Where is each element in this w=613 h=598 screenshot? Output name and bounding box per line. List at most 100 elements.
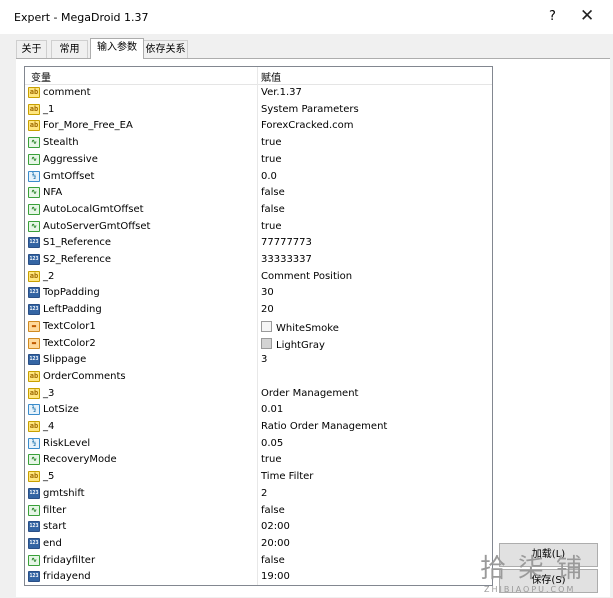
param-type-dbl-icon: ½ — [28, 437, 40, 449]
table-row[interactable]: 123 LeftPadding 20 — [25, 302, 492, 319]
table-row[interactable]: ∿ filter false — [25, 503, 492, 520]
table-row[interactable]: 123 fridayend 19:00 — [25, 569, 492, 585]
param-value[interactable]: LightGray — [261, 337, 325, 351]
param-value[interactable]: 2 — [261, 488, 267, 499]
table-row[interactable]: ▬ TextColor2 LightGray — [25, 336, 492, 353]
param-value[interactable]: 77777773 — [261, 237, 312, 248]
param-name: For_More_Free_EA — [43, 120, 133, 132]
param-value[interactable]: 3 — [261, 354, 267, 365]
param-type-ab-icon: ab — [28, 120, 40, 132]
param-type-int-icon: 123 — [28, 354, 40, 366]
param-name: S1_Reference — [43, 237, 112, 249]
table-row[interactable]: ∿ Stealth true — [25, 135, 492, 152]
param-type-bool-icon: ∿ — [28, 220, 40, 232]
param-value[interactable]: 20 — [261, 304, 274, 315]
column-header-value[interactable]: 赋值 — [261, 69, 281, 84]
param-name: _1 — [43, 103, 55, 115]
table-row[interactable]: ab For_More_Free_EA ForexCracked.com — [25, 118, 492, 135]
param-value[interactable]: 19:00 — [261, 571, 290, 582]
table-row[interactable]: ∿ Aggressive true — [25, 152, 492, 169]
param-value[interactable]: true — [261, 454, 282, 465]
param-value[interactable]: true — [261, 137, 282, 148]
table-row[interactable]: ∿ fridayfilter false — [25, 553, 492, 570]
table-row[interactable]: 123 gmtshift 2 — [25, 486, 492, 503]
param-value[interactable]: Comment Position — [261, 271, 352, 282]
table-row[interactable]: ∿ NFA false — [25, 185, 492, 202]
param-type-bool-icon: ∿ — [28, 137, 40, 149]
param-type-int-icon: 123 — [28, 237, 40, 249]
table-header: 变量 赋值 — [25, 67, 492, 85]
table-row[interactable]: ab _4 Ratio Order Management — [25, 419, 492, 436]
param-value[interactable]: 30 — [261, 287, 274, 298]
param-value[interactable]: System Parameters — [261, 104, 359, 115]
param-name: _5 — [43, 471, 55, 483]
param-name: gmtshift — [43, 487, 85, 499]
help-icon[interactable]: ? — [549, 9, 556, 24]
color-name: WhiteSmoke — [276, 322, 339, 334]
table-row[interactable]: 123 Slippage 3 — [25, 352, 492, 369]
param-value[interactable]: Ver.1.37 — [261, 87, 302, 98]
param-value[interactable]: 33333337 — [261, 254, 312, 265]
param-value[interactable]: false — [261, 187, 285, 198]
table-row[interactable]: ab _3 Order Management — [25, 386, 492, 403]
param-value[interactable]: Order Management — [261, 388, 358, 399]
param-type-color-icon: ▬ — [28, 320, 40, 332]
param-type-bool-icon: ∿ — [28, 203, 40, 215]
close-icon[interactable]: ✕ — [580, 6, 594, 26]
param-name: TopPadding — [43, 287, 100, 299]
table-row[interactable]: 123 S2_Reference 33333337 — [25, 252, 492, 269]
tab-common[interactable]: 常用 — [51, 40, 88, 58]
param-type-ab-icon: ab — [28, 370, 40, 382]
param-value[interactable]: Ratio Order Management — [261, 421, 387, 432]
param-type-ab-icon: ab — [28, 87, 40, 98]
param-value[interactable]: false — [261, 204, 285, 215]
param-value[interactable]: 02:00 — [261, 521, 290, 532]
param-type-ab-icon: ab — [28, 270, 40, 282]
table-row[interactable]: 123 TopPadding 30 — [25, 285, 492, 302]
param-name: Aggressive — [43, 153, 98, 165]
param-value[interactable]: true — [261, 154, 282, 165]
param-value[interactable]: false — [261, 555, 285, 566]
table-row[interactable]: ab comment Ver.1.37 — [25, 85, 492, 102]
tab-dependencies[interactable]: 依存关系 — [143, 40, 188, 58]
tab-inputs[interactable]: 输入参数 — [90, 38, 144, 59]
param-name: GmtOffset — [43, 170, 95, 182]
param-value[interactable]: 0.05 — [261, 438, 283, 449]
table-row[interactable]: ½ RiskLevel 0.05 — [25, 436, 492, 453]
color-swatch — [261, 320, 272, 332]
table-row[interactable]: ∿ AutoServerGmtOffset true — [25, 219, 492, 236]
table-row[interactable]: ∿ RecoveryMode true — [25, 452, 492, 469]
table-row[interactable]: 123 S1_Reference 77777773 — [25, 235, 492, 252]
table-row[interactable]: 123 end 20:00 — [25, 536, 492, 553]
column-header-variable[interactable]: 变量 — [31, 69, 51, 84]
param-name: fridayfilter — [43, 554, 96, 566]
table-row[interactable]: ab _1 System Parameters — [25, 102, 492, 119]
param-value[interactable]: 20:00 — [261, 538, 290, 549]
color-swatch — [261, 337, 272, 349]
param-name: Stealth — [43, 137, 79, 149]
param-name: LotSize — [43, 404, 79, 416]
param-value[interactable]: 0.01 — [261, 404, 283, 415]
table-row[interactable]: ab _2 Comment Position — [25, 269, 492, 286]
table-row[interactable]: ▬ TextColor1 WhiteSmoke — [25, 319, 492, 336]
param-type-int-icon: 123 — [28, 571, 40, 583]
tab-about[interactable]: 关于 — [16, 40, 47, 58]
param-value[interactable]: Time Filter — [261, 471, 313, 482]
parameters-table[interactable]: 变量 赋值 ab comment Ver.1.37 ab _1 System Parame… — [24, 66, 493, 586]
table-row[interactable]: 123 start 02:00 — [25, 519, 492, 536]
table-row[interactable]: ½ LotSize 0.01 — [25, 402, 492, 419]
param-value[interactable]: ForexCracked.com — [261, 120, 354, 131]
table-row[interactable]: ab OrderComments — [25, 369, 492, 386]
param-value[interactable]: false — [261, 505, 285, 516]
param-type-bool-icon: ∿ — [28, 554, 40, 566]
param-value[interactable]: 0.0 — [261, 171, 277, 182]
param-name: TextColor1 — [43, 320, 96, 332]
param-value[interactable]: true — [261, 221, 282, 232]
table-row[interactable]: ∿ AutoLocalGmtOffset false — [25, 202, 492, 219]
table-row[interactable]: ½ GmtOffset 0.0 — [25, 169, 492, 186]
param-name: AutoServerGmtOffset — [43, 220, 151, 232]
table-row[interactable]: ab _5 Time Filter — [25, 469, 492, 486]
param-value[interactable]: WhiteSmoke — [261, 320, 339, 334]
window-title: Expert - MegaDroid 1.37 — [14, 11, 149, 24]
param-type-int-icon: 123 — [28, 304, 40, 316]
